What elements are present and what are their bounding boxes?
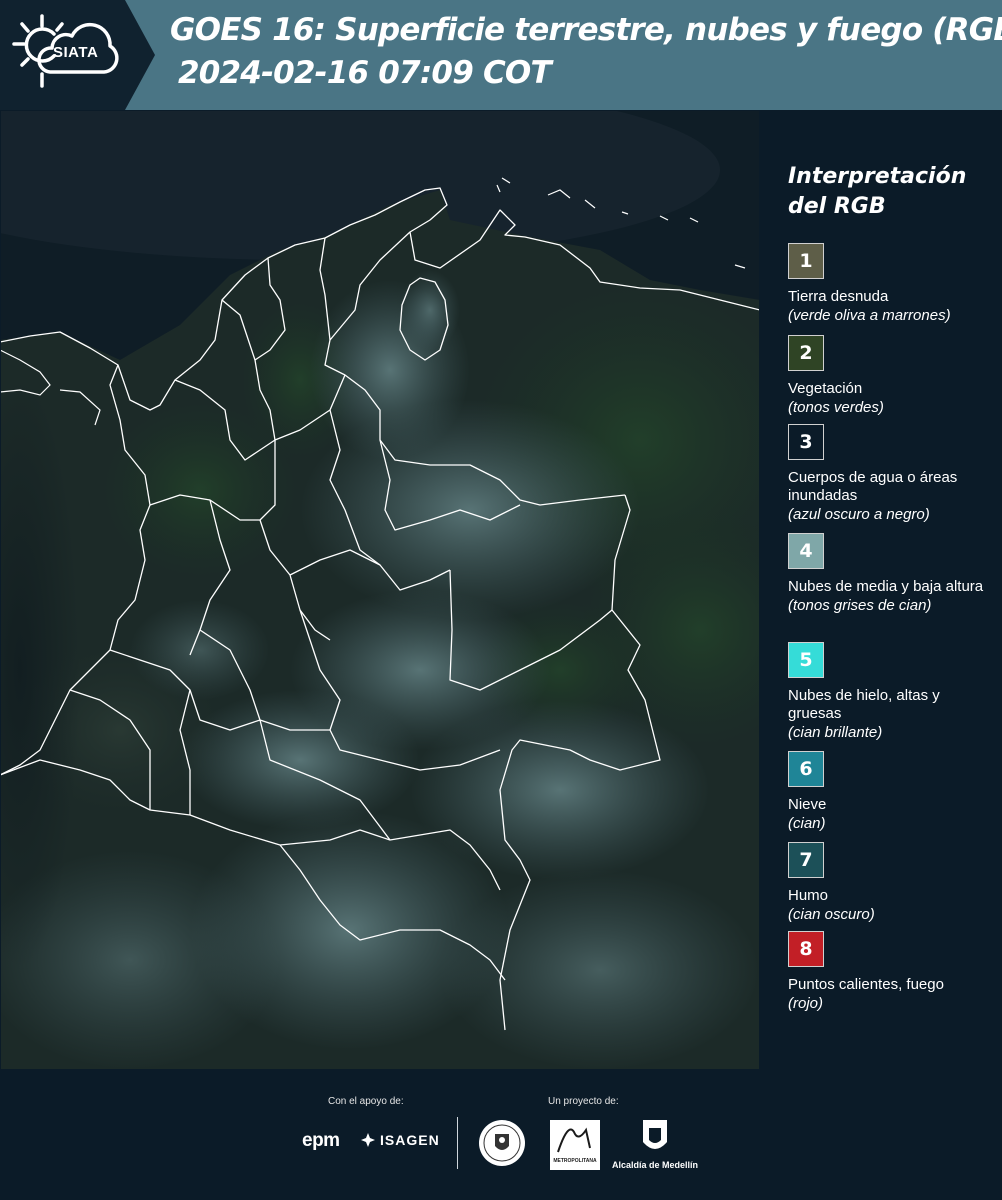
legend-swatch: 8 [788, 931, 824, 967]
page-title: GOES 16: Superficie terrestre, nubes y f… [170, 12, 1002, 48]
legend-item-water: 3 Cuerpos de agua o áreas inundadas (azu… [788, 424, 988, 524]
legend-label: Tierra desnuda [788, 288, 889, 305]
legend-label: Puntos calientes, fuego [788, 976, 944, 993]
antioquia-seal-icon [479, 1120, 525, 1166]
siata-logo: SIATA [0, 0, 155, 110]
isagen-icon [361, 1133, 375, 1147]
legend-label: Vegetación [788, 380, 863, 397]
area-signature-icon [557, 1127, 591, 1153]
legend-swatch: 5 [788, 642, 824, 678]
legend-label: Humo [788, 887, 829, 904]
legend-item-fire: 8 Puntos calientes, fuego (rojo) [788, 931, 988, 1013]
legend-sub: (verde oliva a marrones) [788, 307, 951, 324]
legend-item-ice-clouds: 5 Nubes de hielo, altas y gruesas (cian … [788, 642, 988, 742]
legend-sub: (cian oscuro) [788, 906, 875, 923]
legend-swatch: 4 [788, 533, 824, 569]
legend-sub: (azul oscuro a negro) [788, 506, 930, 523]
footer: Con el apoyo de: Un proyecto de: epm ISA… [0, 1070, 1002, 1200]
epm-logo: epm [302, 1130, 340, 1151]
isagen-text: ISAGEN [380, 1132, 440, 1148]
legend-item-snow: 6 Nieve (cian) [788, 751, 988, 833]
alcaldia-text: Alcaldía de Medellín [612, 1160, 699, 1170]
legend-title: Interpretación del RGB [788, 164, 967, 219]
legend-sub: (tonos grises de cian) [788, 597, 932, 614]
divider [457, 1117, 458, 1169]
legend-panel: Interpretación del RGB 1 Tierra desnuda … [760, 110, 1002, 1070]
legend-swatch: 1 [788, 243, 824, 279]
legend-sub: (rojo) [788, 995, 824, 1012]
legend-sub: (tonos verdes) [788, 399, 884, 416]
legend-label: Nubes de hielo, altas y gruesas [788, 687, 940, 722]
legend-swatch: 6 [788, 751, 824, 787]
legend-item-mid-low-clouds: 4 Nubes de media y baja altura (tonos gr… [788, 533, 988, 615]
legend-label: Cuerpos de agua o áreas inundadas [788, 469, 958, 504]
alcaldia-shield-icon [643, 1120, 667, 1149]
legend-item-vegetation: 2 Vegetación (tonos verdes) [788, 335, 988, 417]
project-label: Un proyecto de: [548, 1096, 619, 1107]
legend-label: Nieve [788, 796, 827, 813]
header-bar: SIATA GOES 16: Superficie terrestre, nub… [0, 0, 1002, 110]
legend-swatch: 2 [788, 335, 824, 371]
legend-swatch: 7 [788, 842, 824, 878]
legend-sub: (cian brillante) [788, 724, 883, 741]
legend-item-smoke: 7 Humo (cian oscuro) [788, 842, 988, 924]
timestamp: 2024-02-16 07:09 COT [178, 55, 552, 91]
logo-text: SIATA [53, 44, 99, 61]
legend-item-bare-soil: 1 Tierra desnuda (verde oliva a marrones… [788, 243, 988, 325]
support-label: Con el apoyo de: [328, 1096, 404, 1107]
area-logo-text: METROPOLITANA [553, 1158, 597, 1164]
legend-sub: (cian) [788, 815, 826, 832]
satellite-map[interactable] [0, 110, 760, 1070]
legend-label: Nubes de media y baja altura [788, 578, 984, 595]
satellite-image [0, 110, 760, 1070]
isagen-logo: ISAGEN [360, 1132, 440, 1148]
legend-swatch: 3 [788, 424, 824, 460]
